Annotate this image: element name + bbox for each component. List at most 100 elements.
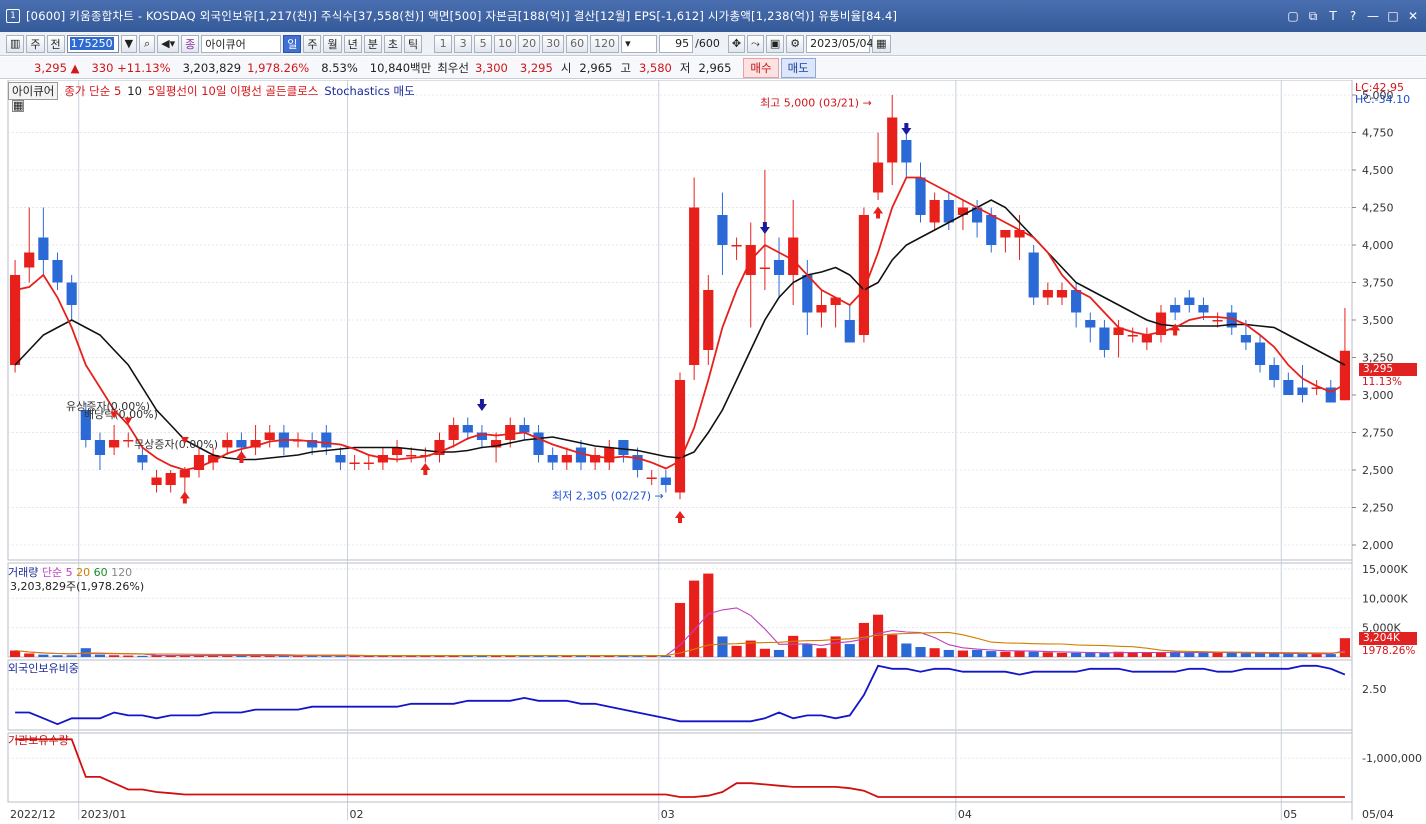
volume-bar: [1141, 652, 1152, 657]
candle-body: [561, 455, 572, 463]
candle-body: [1283, 380, 1294, 395]
tab-second[interactable]: 초: [383, 34, 402, 53]
volume-bar: [1198, 652, 1209, 657]
candle-body: [1000, 230, 1011, 238]
legend-signal[interactable]: 5일평선이 10일 이평선 골든클로스: [148, 83, 318, 99]
zoom-icon[interactable]: ✥: [727, 34, 746, 53]
candle-body: [1269, 365, 1280, 380]
candle-body: [1071, 290, 1082, 313]
interval-3[interactable]: 3: [454, 34, 473, 53]
volume-pct-tag: 1978.26%: [1362, 645, 1416, 657]
candle-body: [689, 207, 700, 365]
open-label: 시: [560, 60, 572, 75]
help-icon[interactable]: ?: [1346, 9, 1360, 24]
minimize-icon[interactable]: —: [1366, 9, 1380, 24]
window-controls: ▢ ⧉ T ? — □ ✕: [1286, 9, 1420, 24]
app-icon: 1: [6, 9, 20, 23]
turnover: 8.53%: [321, 60, 358, 75]
date-field[interactable]: 2023/05/04: [806, 34, 874, 53]
volume-bar: [689, 580, 700, 657]
volume-bar: [38, 654, 49, 657]
grid-icon[interactable]: ▦: [12, 100, 25, 112]
volume-bar: [1071, 652, 1082, 657]
layout-icon[interactable]: ▥: [6, 34, 25, 53]
amount: 10,840백만: [369, 60, 432, 75]
volume-bar: [1311, 654, 1322, 657]
search-icon[interactable]: ⌕: [139, 34, 156, 53]
buy-button[interactable]: 매수: [743, 57, 779, 78]
calendar-icon[interactable]: ▦: [872, 34, 891, 53]
tab-day[interactable]: 일: [283, 34, 302, 53]
interval-10[interactable]: 10: [494, 34, 517, 53]
inst-holdings-title: 기관보유수량: [8, 734, 69, 747]
candle-body: [929, 200, 940, 223]
candle-body: [618, 440, 629, 455]
best-bid: 3,295: [519, 60, 553, 75]
code-dropdown-icon[interactable]: ▼: [120, 34, 138, 53]
restore-icon[interactable]: ▢: [1286, 9, 1300, 24]
low-label: 저: [679, 60, 691, 75]
current-price: 3,295 ▲: [6, 61, 85, 75]
candle-body: [335, 455, 346, 463]
volume-bar: [9, 650, 21, 657]
close-icon[interactable]: ✕: [1406, 9, 1420, 24]
volume-bar: [816, 648, 827, 657]
stock-code-input[interactable]: 175250: [66, 34, 119, 53]
date-label: 04: [958, 808, 972, 821]
legend-stock[interactable]: 아이큐어: [8, 82, 59, 100]
candle-body: [759, 267, 770, 269]
tab-minute[interactable]: 분: [363, 34, 382, 53]
candle-body: [1056, 290, 1068, 298]
tab-week[interactable]: 주: [303, 34, 322, 53]
candle-body: [915, 177, 926, 215]
interval-1[interactable]: 1: [434, 34, 453, 53]
high-value: 3,580: [638, 60, 672, 75]
period-main-button[interactable]: 주: [26, 34, 45, 53]
panel-frame-3: [7, 732, 1353, 803]
volume-bar: [674, 602, 686, 657]
candle-body: [703, 290, 714, 350]
candle-body: [349, 462, 360, 464]
volume-bar: [1325, 654, 1336, 657]
volume-bar: [1297, 654, 1308, 657]
interval-select[interactable]: ▾: [621, 34, 658, 53]
tab-month[interactable]: 월: [323, 34, 342, 53]
sell-button[interactable]: 매도: [780, 57, 816, 78]
maximize-icon[interactable]: □: [1386, 9, 1400, 24]
period-prev-button[interactable]: 전: [46, 34, 65, 53]
font-icon[interactable]: T: [1326, 9, 1340, 24]
candle-body: [406, 455, 417, 457]
legend-ma5[interactable]: 종가 단순 5: [64, 83, 121, 99]
legend-ma10[interactable]: 10: [127, 84, 142, 98]
stock-chart[interactable]: 2022/12 2023/01 02 03 04 05 05/045,0004,7504,5…: [0, 80, 1426, 824]
date-label: 05/04: [1362, 808, 1394, 821]
volume-bar: [1240, 653, 1251, 657]
interval-60[interactable]: 60: [566, 34, 589, 53]
candle-body: [788, 237, 799, 275]
interval-20[interactable]: 20: [518, 34, 541, 53]
candle-body: [222, 440, 233, 448]
indicator-badge[interactable]: 종: [181, 34, 200, 53]
speaker-icon[interactable]: ◀▾: [157, 34, 180, 53]
count-field[interactable]: 95: [659, 34, 694, 53]
low-value: 2,965: [698, 60, 732, 75]
tab-year[interactable]: 년: [343, 34, 362, 53]
candle-body: [236, 440, 247, 448]
save-icon[interactable]: ▣: [765, 34, 785, 53]
price-tick-label: 4,250: [1362, 202, 1394, 215]
interval-5[interactable]: 5: [474, 34, 493, 53]
volume-bar: [915, 647, 926, 657]
legend-stochastics[interactable]: Stochastics 매도: [324, 83, 414, 99]
stock-name-field[interactable]: 아이큐어: [201, 34, 282, 53]
price-tick-label: 2,250: [1362, 502, 1394, 515]
volume-info: 3,203,829주(1,978.26%): [10, 580, 145, 593]
volume-bar: [887, 634, 898, 657]
interval-30[interactable]: 30: [542, 34, 565, 53]
tab-tick[interactable]: 틱: [403, 34, 423, 53]
chart-type-icon[interactable]: ⤳: [747, 34, 764, 53]
interval-120[interactable]: 120: [590, 34, 620, 53]
tile-icon[interactable]: ⧉: [1306, 9, 1320, 24]
candle-body: [1099, 327, 1110, 350]
settings-icon[interactable]: ⚙: [786, 34, 805, 53]
candle-body: [844, 320, 855, 343]
